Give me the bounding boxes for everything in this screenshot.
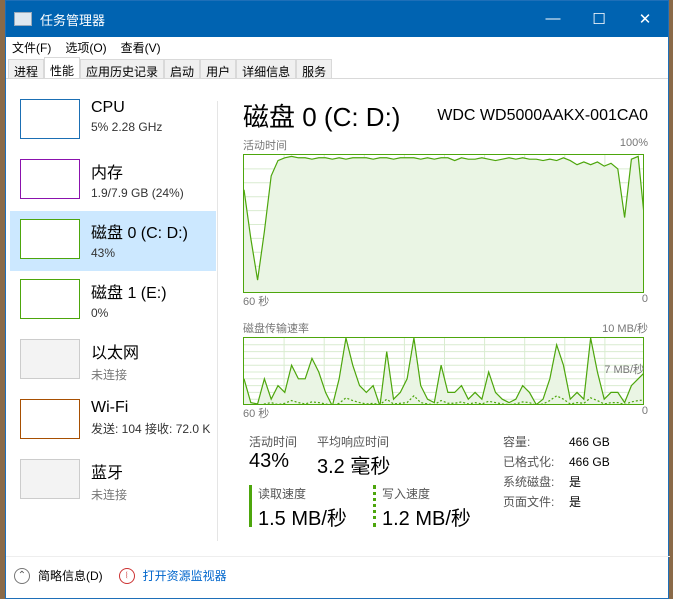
minimize-button[interactable]: —: [530, 10, 576, 28]
page-title: 磁盘 0 (C: D:): [243, 102, 401, 132]
resource-sidebar: CPU 5% 2.28 GHz 内存 1.9/7.9 GB (24%) 磁盘 0 (C:…: [10, 91, 216, 511]
tab-app-history[interactable]: 应用历史记录: [80, 59, 165, 79]
task-manager-window: 任务管理器 — ☐ ✕ 文件(F) 选项(O) 查看(V) 进程 性能 应用历史…: [5, 0, 670, 599]
tab-details[interactable]: 详细信息: [236, 59, 297, 79]
active-time-label: 活动时间: [249, 435, 298, 449]
tab-performance[interactable]: 性能: [44, 57, 81, 78]
menu-options[interactable]: 选项(O): [65, 39, 106, 56]
sidebar-item-name: 内存: [91, 165, 124, 182]
chart1-max: 100%: [619, 137, 648, 149]
sidebar-thumbnail: [20, 279, 80, 319]
property-key: 系统磁盘:: [503, 475, 555, 489]
window-title: 任务管理器: [40, 12, 106, 28]
sidebar-thumbnail: [20, 219, 80, 259]
tab-users[interactable]: 用户: [200, 59, 237, 79]
sidebar-item-1[interactable]: 内存 1.9/7.9 GB (24%): [10, 151, 216, 211]
sidebar-item-4[interactable]: 以太网 未连接: [10, 331, 216, 391]
sidebar-thumbnail: [20, 339, 80, 379]
chart2-right: 0: [641, 405, 648, 417]
title-bar[interactable]: 任务管理器 — ☐ ✕: [6, 1, 668, 37]
read-speed-label: 读取速度: [258, 487, 307, 501]
sidebar-item-3[interactable]: 磁盘 1 (E:) 0%: [10, 271, 216, 331]
sidebar-item-name: 以太网: [91, 345, 140, 362]
property-value: 466 GB: [569, 455, 610, 469]
chevron-up-icon[interactable]: ⌃: [14, 567, 30, 584]
sidebar-item-name: Wi-Fi: [91, 399, 129, 416]
sidebar-item-name: 蓝牙: [91, 465, 124, 482]
maximize-button[interactable]: ☐: [576, 10, 622, 28]
divider: [217, 101, 218, 541]
property-value: 是: [569, 475, 582, 489]
close-button[interactable]: ✕: [622, 10, 668, 28]
property-row: 页面文件: 是: [503, 493, 610, 513]
sidebar-item-name: 磁盘 0 (C: D:): [91, 225, 188, 242]
sidebar-item-sub: 未连接: [91, 368, 128, 382]
footer: ⌃ 简略信息(D) ⧙ 打开资源监视器: [6, 556, 670, 584]
property-row: 已格式化: 466 GB: [503, 453, 610, 473]
menu-file[interactable]: 文件(F): [12, 39, 51, 56]
response-time-value: 3.2 毫秒: [317, 456, 391, 478]
sidebar-thumbnail: [20, 99, 80, 139]
transfer-rate-chart: [243, 337, 644, 405]
sidebar-item-sub: 1.9/7.9 GB (24%): [91, 186, 184, 200]
sidebar-item-0[interactable]: CPU 5% 2.28 GHz: [10, 91, 216, 151]
property-key: 页面文件:: [503, 495, 555, 509]
sidebar-item-name: CPU: [91, 99, 125, 116]
property-row: 系统磁盘: 是: [503, 473, 610, 493]
tab-bar: 进程 性能 应用历史记录 启动 用户 详细信息 服务: [6, 57, 668, 79]
read-speed-value: 1.5 MB/秒: [258, 508, 347, 530]
active-time-chart: [243, 154, 644, 293]
property-value: 是: [569, 495, 582, 509]
chart1-left: 60 秒: [243, 296, 270, 308]
sidebar-item-6[interactable]: 蓝牙 未连接: [10, 451, 216, 511]
chart1-label: 活动时间: [243, 140, 287, 152]
sidebar-thumbnail: [20, 399, 80, 439]
active-time-value: 43%: [249, 450, 290, 472]
sidebar-thumbnail: [20, 459, 80, 499]
chart1-right: 0: [641, 293, 648, 305]
tab-services[interactable]: 服务: [296, 59, 333, 79]
active-time-area: [244, 156, 643, 292]
menu-view[interactable]: 查看(V): [121, 39, 161, 56]
chart2-label: 磁盘传输速率: [243, 323, 309, 335]
sidebar-item-name: 磁盘 1 (E:): [91, 285, 167, 302]
open-resource-monitor-link[interactable]: 打开资源监视器: [143, 567, 227, 584]
chart2-left: 60 秒: [243, 408, 270, 420]
sidebar-item-2[interactable]: 磁盘 0 (C: D:) 43%: [10, 211, 216, 271]
app-icon: [14, 12, 32, 26]
fewer-details-link[interactable]: 简略信息(D): [38, 567, 103, 584]
sidebar-item-sub: 43%: [91, 246, 116, 260]
property-value: 466 GB: [569, 435, 610, 449]
chart2-max: 10 MB/秒: [602, 323, 648, 335]
disk-panel: 磁盘 0 (C: D:) WDC WD5000AAKX-001CA0 活动时间 1…: [243, 97, 648, 530]
disk-model: WDC WD5000AAKX-001CA0: [437, 107, 648, 124]
tab-processes[interactable]: 进程: [8, 59, 45, 79]
property-key: 容量:: [503, 435, 531, 449]
sidebar-thumbnail: [20, 159, 80, 199]
sidebar-item-sub: 未连接: [91, 488, 128, 502]
menu-bar: 文件(F) 选项(O) 查看(V): [6, 37, 668, 57]
chart2-mid: 7 MB/秒: [604, 364, 644, 376]
sidebar-item-sub: 0%: [91, 306, 109, 320]
property-row: 容量: 466 GB: [503, 433, 610, 453]
disk-properties: 容量: 466 GB 已格式化: 466 GB 系统磁盘: 是页面文件: 是: [503, 433, 610, 513]
property-key: 已格式化:: [503, 455, 555, 469]
write-speed-label: 写入速度: [382, 487, 431, 501]
sidebar-item-sub: 发送: 104 接收: 72.0 K: [91, 422, 211, 436]
sidebar-item-5[interactable]: Wi-Fi 发送: 104 接收: 72.0 K: [10, 391, 216, 451]
tab-startup[interactable]: 启动: [164, 59, 201, 79]
response-time-label: 平均响应时间: [317, 435, 390, 449]
resource-monitor-icon: ⧙: [118, 567, 135, 584]
sidebar-item-sub: 5% 2.28 GHz: [91, 120, 163, 134]
write-speed-value: 1.2 MB/秒: [382, 508, 471, 530]
